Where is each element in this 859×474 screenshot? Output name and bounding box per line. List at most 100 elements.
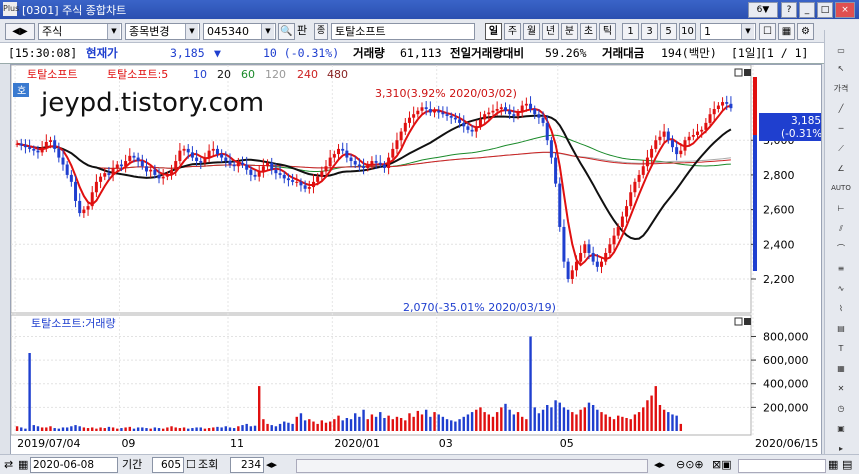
- candle-body: [124, 161, 128, 167]
- calendar-icon[interactable]: ▦: [830, 360, 852, 377]
- cycle-tool-icon[interactable]: ⌒: [830, 240, 852, 257]
- candle-body: [399, 131, 403, 141]
- nav-arrows-icon[interactable]: ◀▶: [5, 23, 35, 40]
- channel-tool-icon[interactable]: ⫽: [830, 220, 852, 237]
- candle-body: [403, 122, 407, 132]
- candle-body: [215, 148, 219, 155]
- grid-tool-icon[interactable]: ▤: [830, 320, 852, 337]
- cursor-icon[interactable]: ▭: [830, 42, 852, 59]
- hline-tool-icon[interactable]: ─: [830, 120, 852, 137]
- delete-icon[interactable]: ✕: [830, 380, 852, 397]
- restore-button[interactable]: □: [817, 2, 833, 18]
- candle-body: [712, 109, 716, 115]
- view-controls-icon[interactable]: ⊠▣: [712, 457, 732, 473]
- volume-tick-label: 200,000: [763, 401, 809, 414]
- nav-left-icon[interactable]: ⇄: [4, 457, 13, 473]
- candle-body: [295, 181, 299, 183]
- volume-bar: [650, 395, 653, 431]
- close-button[interactable]: ×: [835, 2, 855, 18]
- n3-button[interactable]: 3: [641, 23, 658, 40]
- n10-button[interactable]: 10: [679, 23, 696, 40]
- candle-body: [74, 181, 78, 201]
- candle-body: [395, 140, 399, 149]
- period-day-button[interactable]: 일: [485, 23, 502, 40]
- volume-bar: [220, 427, 223, 431]
- lookup-checkbox-icon[interactable]: ☐: [186, 457, 196, 473]
- volume-bar: [182, 427, 186, 431]
- minimize-button[interactable]: _: [799, 2, 815, 18]
- n1-button[interactable]: 1: [622, 23, 639, 40]
- save-icon[interactable]: ▣: [830, 420, 852, 437]
- trend-tool-icon[interactable]: ⟋: [830, 140, 852, 157]
- candle-body: [224, 157, 228, 162]
- period-tick-button[interactable]: 틱: [599, 23, 616, 40]
- period-input[interactable]: 605: [152, 457, 184, 473]
- volume-bar: [116, 428, 119, 431]
- volume-bar: [187, 428, 190, 431]
- volume-bar: [78, 426, 81, 431]
- candle-body: [245, 164, 249, 170]
- grid-icon[interactable]: ▦: [778, 23, 795, 40]
- chart-area[interactable]: 3,0002,8002,6002,4002,200 800,000600,000…: [10, 64, 826, 456]
- period-year-button[interactable]: 년: [542, 23, 559, 40]
- start-date-field[interactable]: 2020-06-08: [30, 457, 118, 473]
- volume-tick-label: 600,000: [763, 354, 809, 367]
- fan-tool-icon[interactable]: ∠: [830, 160, 852, 177]
- lookup-arrows-icon[interactable]: ◂▸: [266, 457, 277, 473]
- scroll-buttons-icon[interactable]: ◂▸: [654, 457, 665, 473]
- market-select[interactable]: 주식: [38, 23, 122, 40]
- period-week-button[interactable]: 주: [504, 23, 521, 40]
- settings-icon[interactable]: ⚙: [797, 23, 814, 40]
- volume-bar: [416, 410, 420, 431]
- volume-bar: [379, 412, 382, 431]
- candle-body: [407, 117, 411, 123]
- candle-body: [107, 173, 111, 175]
- zoom-controls-icon[interactable]: ⊖⊙⊕: [676, 457, 704, 473]
- fib-tool-icon[interactable]: ≡: [830, 260, 852, 277]
- auto-tool-icon[interactable]: AUTO: [830, 180, 852, 197]
- checkbox-icon[interactable]: ☐: [759, 23, 776, 40]
- zigzag-tool-icon[interactable]: ⌇: [830, 300, 852, 317]
- search-icon[interactable]: 🔍: [278, 23, 295, 40]
- line-tool-icon[interactable]: ╱: [830, 100, 852, 117]
- help-button[interactable]: ?: [781, 2, 797, 18]
- lookup-input[interactable]: 234: [230, 457, 264, 473]
- volume-bar: [642, 407, 645, 431]
- screen-number-button[interactable]: 6▼: [748, 2, 778, 18]
- period-month-button[interactable]: 월: [523, 23, 540, 40]
- panel-close-icon[interactable]: [744, 69, 751, 76]
- volume-bar: [566, 409, 570, 431]
- period-second-button[interactable]: 초: [580, 23, 597, 40]
- measure-tool-icon[interactable]: ⊢: [830, 200, 852, 217]
- volume-bar: [454, 421, 457, 431]
- mode-select[interactable]: 종목변경: [125, 23, 200, 40]
- scrollbar[interactable]: [296, 459, 648, 473]
- volume-bar: [303, 420, 307, 431]
- period-minute-button[interactable]: 분: [561, 23, 578, 40]
- volume-bar: [228, 427, 232, 431]
- wave-tool-icon[interactable]: ∿: [830, 280, 852, 297]
- n5-button[interactable]: 5: [660, 23, 677, 40]
- price-tool-icon[interactable]: 가격: [830, 80, 852, 97]
- interval-select[interactable]: 1: [700, 23, 756, 40]
- volume-bar: [258, 386, 261, 431]
- pointer-icon[interactable]: ↖: [830, 60, 852, 77]
- clock-icon[interactable]: ◷: [830, 400, 852, 417]
- candle-body: [86, 206, 90, 210]
- volume-bar: [124, 427, 127, 431]
- volume-bar: [412, 416, 415, 431]
- candle-body: [495, 109, 499, 111]
- pan2-button[interactable]: 종: [314, 23, 328, 40]
- volume-bar: [136, 427, 140, 431]
- bottom-grid-icon[interactable]: ▦: [828, 457, 838, 473]
- calendar-small-icon[interactable]: ▦: [18, 457, 28, 473]
- volume-bar: [149, 428, 152, 431]
- bottom-settings-icon[interactable]: ▤: [842, 457, 852, 473]
- volume-bar: [475, 409, 478, 431]
- zoom-slider[interactable]: [738, 459, 826, 473]
- vol-panel-close-icon[interactable]: [744, 318, 751, 325]
- candle-body: [437, 110, 441, 113]
- stock-code-input[interactable]: 045340: [203, 23, 276, 40]
- text-tool-icon[interactable]: T: [830, 340, 852, 357]
- candle-body: [119, 164, 123, 167]
